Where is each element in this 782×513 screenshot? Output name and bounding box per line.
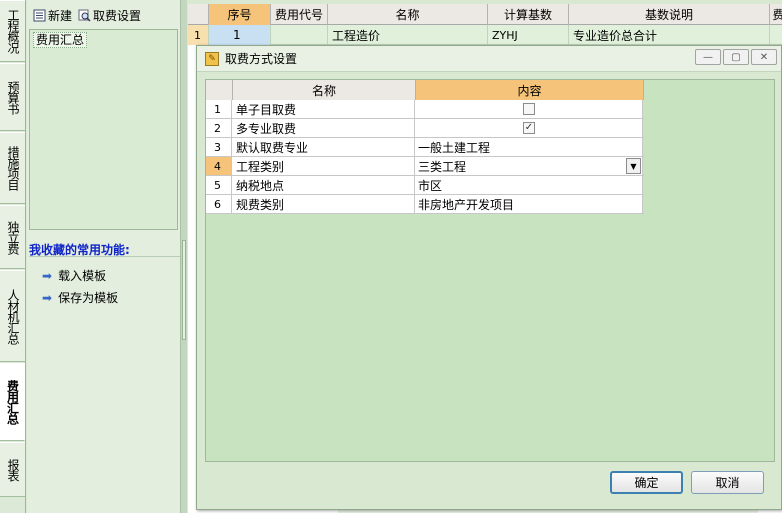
arrow-right-icon: ➡ xyxy=(42,290,53,305)
property-table-header: 名称 内容 xyxy=(206,80,644,100)
col-rate[interactable]: 费 xyxy=(770,4,782,25)
tab-reports[interactable]: 报表 xyxy=(0,442,25,497)
favorite-label: 载入模板 xyxy=(58,269,107,283)
property-row-multi-major-fee[interactable]: 2 多专业取费 ✓ xyxy=(206,119,644,138)
select-value: 三类工程 xyxy=(418,159,467,174)
property-name: 工程类别 xyxy=(232,157,415,175)
project-category-select[interactable]: 三类工程 ▼ xyxy=(415,157,643,175)
arrow-right-icon: ➡ xyxy=(42,268,53,283)
property-name: 单子目取费 xyxy=(232,100,415,118)
tab-measures[interactable]: 措施项目 xyxy=(0,132,25,204)
close-icon[interactable]: ✕ xyxy=(751,49,777,65)
col-code[interactable]: 费用代号 xyxy=(271,4,328,25)
left-toolbar: 新建 取费设置 xyxy=(27,4,180,26)
row-number: 4 xyxy=(206,157,232,175)
property-name: 默认取费专业 xyxy=(232,138,415,156)
fee-setting-button[interactable]: 取费设置 xyxy=(78,7,141,24)
property-table: 名称 内容 1 单子目取费 2 多专业取费 ✓ 3 默认取费专业 一般土建工程 … xyxy=(205,79,775,462)
favorite-save-template[interactable]: ➡ 保存为模板 xyxy=(42,289,118,306)
cell-name[interactable]: 工程造价 xyxy=(328,25,488,45)
col-property-name[interactable]: 名称 xyxy=(233,80,416,100)
magnifier-icon xyxy=(78,9,91,22)
property-value[interactable]: 一般土建工程 xyxy=(415,138,643,156)
tab-label: 费用汇总 xyxy=(5,380,20,424)
property-row-tax-location[interactable]: 5 纳税地点 市区 xyxy=(206,176,644,195)
chevron-down-icon[interactable]: ▼ xyxy=(626,158,641,174)
fee-tree: 费用汇总 xyxy=(29,29,178,230)
cancel-button[interactable]: 取消 xyxy=(691,471,764,494)
property-row-regulation-fee-type[interactable]: 6 规费类别 非房地产开发项目 xyxy=(206,195,644,214)
multi-major-fee-checkbox[interactable]: ✓ xyxy=(523,122,535,134)
row-number: 1 xyxy=(188,25,209,45)
tree-node-fee-summary[interactable]: 费用汇总 xyxy=(33,32,88,48)
table-row[interactable]: 1 1 工程造价 ZYHJ 专业造价总合计 xyxy=(188,25,782,45)
tab-independent-fee[interactable]: 独立费 xyxy=(0,205,25,269)
property-row-single-item-fee[interactable]: 1 单子目取费 xyxy=(206,100,644,119)
tab-label: 措施项目 xyxy=(6,146,20,190)
dialog-app-icon: ✎ xyxy=(205,51,219,66)
tab-labor-material-summary[interactable]: 人材机汇总 xyxy=(0,270,25,362)
col-base-desc[interactable]: 基数说明 xyxy=(569,4,770,25)
tab-label: 报表 xyxy=(6,458,20,481)
cell-base-desc[interactable]: 专业造价总合计 xyxy=(569,25,770,45)
tab-label: 预算书 xyxy=(6,80,20,114)
property-name: 规费类别 xyxy=(232,195,415,213)
tab-project-overview[interactable]: 工程概况 xyxy=(0,0,25,62)
favorite-load-template[interactable]: ➡ 载入模板 xyxy=(42,267,106,284)
cell-code[interactable] xyxy=(271,25,328,45)
grid-header: 序号 费用代号 名称 计算基数 基数说明 费 xyxy=(188,4,782,25)
new-label: 新建 xyxy=(48,8,73,23)
row-number: 2 xyxy=(206,119,232,137)
dialog-footer: 确定 取消 xyxy=(197,466,781,509)
property-value[interactable]: 非房地产开发项目 xyxy=(415,195,643,213)
property-row-project-category[interactable]: 4 工程类别 三类工程 ▼ xyxy=(206,157,644,176)
window-controls: — ▢ ✕ xyxy=(695,49,777,65)
ok-button[interactable]: 确定 xyxy=(610,471,683,494)
grid-corner xyxy=(188,4,209,25)
fee-method-dialog: ✎ 取费方式设置 — ▢ ✕ 名称 内容 1 单子目取费 2 多专业取费 ✓ 3… xyxy=(196,45,782,510)
cell-rate[interactable] xyxy=(770,25,782,45)
tab-fee-summary[interactable]: 费用汇总 xyxy=(0,363,25,441)
fee-setting-label: 取费设置 xyxy=(93,8,142,23)
tab-label: 独立费 xyxy=(6,220,20,254)
tab-label: 工程概况 xyxy=(6,9,20,53)
property-value[interactable] xyxy=(415,100,643,118)
tab-label: 人材机汇总 xyxy=(6,288,20,344)
dialog-title: 取费方式设置 xyxy=(225,52,298,66)
col-name[interactable]: 名称 xyxy=(328,4,488,25)
col-seq[interactable]: 序号 xyxy=(209,4,271,25)
new-button[interactable]: 新建 xyxy=(33,7,72,24)
favorites-title: 我收藏的常用功能: xyxy=(29,241,180,257)
left-panel: 新建 取费设置 费用汇总 我收藏的常用功能: ➡ 载入模板 ➡ 保存为模板 xyxy=(27,0,180,513)
property-name: 多专业取费 xyxy=(232,119,415,137)
splitter-grip[interactable] xyxy=(182,240,186,340)
cell-base[interactable]: ZYHJ xyxy=(488,25,569,45)
col-base[interactable]: 计算基数 xyxy=(488,4,569,25)
col-property-content[interactable]: 内容 xyxy=(416,80,644,100)
favorite-label: 保存为模板 xyxy=(58,291,119,305)
dialog-titlebar[interactable]: ✎ 取费方式设置 — ▢ ✕ xyxy=(197,46,781,72)
vertical-tab-rail: 工程概况 预算书 措施项目 独立费 人材机汇总 费用汇总 报表 xyxy=(0,0,26,513)
maximize-icon[interactable]: ▢ xyxy=(723,49,749,65)
row-number: 6 xyxy=(206,195,232,213)
property-name: 纳税地点 xyxy=(232,176,415,194)
tab-budget-book[interactable]: 预算书 xyxy=(0,63,25,131)
property-row-default-major[interactable]: 3 默认取费专业 一般土建工程 xyxy=(206,138,644,157)
property-value[interactable]: ✓ xyxy=(415,119,643,137)
property-corner xyxy=(206,80,233,100)
cell-seq[interactable]: 1 xyxy=(209,25,271,45)
property-value[interactable]: 市区 xyxy=(415,176,643,194)
document-list-icon xyxy=(33,9,46,21)
single-item-fee-checkbox[interactable] xyxy=(523,103,535,115)
row-number: 5 xyxy=(206,176,232,194)
row-number: 1 xyxy=(206,100,232,118)
minimize-icon[interactable]: — xyxy=(695,49,721,65)
row-number: 3 xyxy=(206,138,232,156)
panel-splitter[interactable] xyxy=(180,0,187,513)
